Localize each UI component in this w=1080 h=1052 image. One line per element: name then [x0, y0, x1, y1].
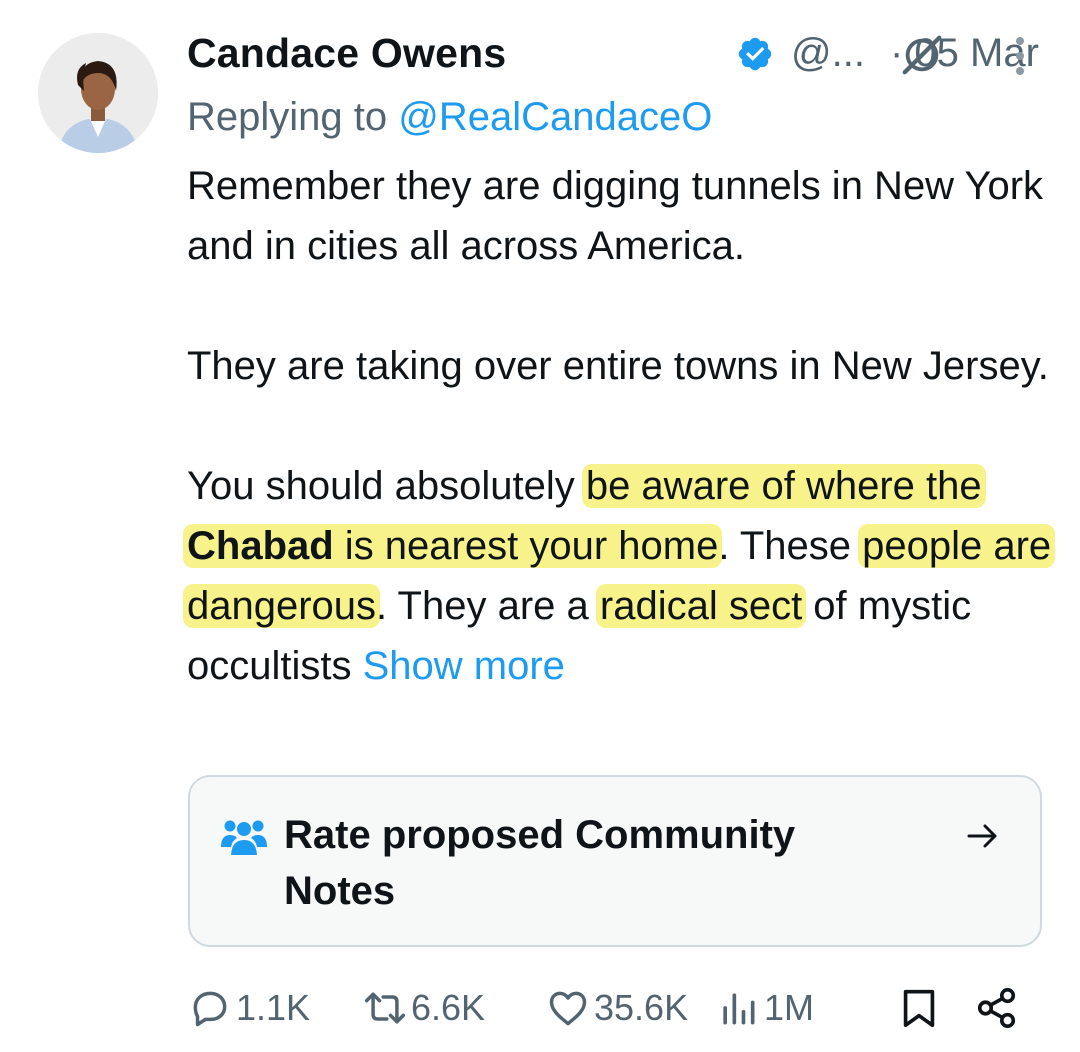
author-name[interactable]: Candace Owens — [187, 28, 506, 78]
views-button[interactable]: 1M — [716, 980, 814, 1036]
text-segment: . These — [718, 524, 863, 568]
bookmark-button[interactable] — [896, 980, 946, 1036]
avatar-image — [38, 33, 158, 153]
heart-icon — [549, 991, 587, 1026]
views-chart-icon — [723, 993, 755, 1025]
like-button[interactable]: 35.6K — [546, 980, 688, 1036]
show-more-link[interactable]: Show more — [363, 644, 565, 688]
tweet-paragraph: They are taking over entire towns in New… — [187, 344, 1049, 388]
text-segment: You should absolutely — [187, 464, 586, 508]
views-count: 1M — [764, 987, 815, 1028]
bold-text: Chabad — [187, 524, 334, 568]
repost-button[interactable]: 6.6K — [363, 980, 485, 1036]
more-options-icon[interactable] — [1013, 36, 1027, 76]
reply-button[interactable]: 1.1K — [188, 980, 310, 1036]
bookmark-icon — [903, 989, 935, 1028]
highlighted-text: radical sect — [595, 584, 807, 628]
grok-icon[interactable] — [899, 32, 945, 78]
reply-count: 1.1K — [236, 987, 311, 1028]
share-button[interactable] — [974, 980, 1024, 1036]
replying-to: Replying to @RealCandaceO — [187, 92, 712, 142]
repost-count: 6.6K — [411, 987, 486, 1028]
reply-icon — [193, 991, 227, 1027]
share-icon — [977, 987, 1016, 1029]
arrow-right-icon — [967, 824, 997, 848]
repost-icon — [364, 992, 406, 1024]
tweet-paragraph: You should absolutely be aware of where … — [183, 456, 1057, 696]
verified-badge-icon — [738, 37, 772, 71]
tweet-header: Candace Owens @... · 05 Mar — [187, 28, 1067, 78]
text-segment: . They are a — [376, 584, 600, 628]
people-icon — [221, 820, 267, 855]
like-count: 35.6K — [594, 987, 689, 1028]
replying-label: Replying to — [187, 95, 399, 139]
text-segment: be aware of where the — [585, 464, 982, 508]
replying-mention-link[interactable]: @RealCandaceO — [398, 95, 712, 139]
tweet-text: Remember they are digging tunnels in New… — [183, 156, 1057, 696]
tweet-paragraph: Remember they are digging tunnels in New… — [187, 164, 1044, 268]
avatar[interactable] — [38, 33, 158, 153]
community-notes-label: Rate proposed Community Notes — [284, 813, 796, 913]
author-handle[interactable]: @... — [791, 28, 865, 78]
tweet-actions: 1.1K 6.6K 35.6K 1M — [188, 980, 1068, 1036]
community-notes-card[interactable]: Rate proposed Community Notes — [188, 775, 1042, 947]
text-segment: is nearest your home — [333, 524, 719, 568]
